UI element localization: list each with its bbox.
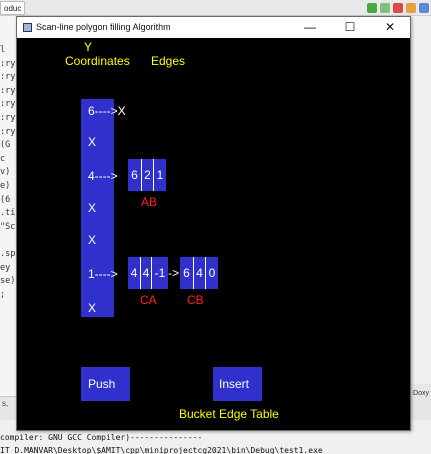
y-row-2: X	[88, 233, 97, 247]
code-line: v)	[0, 167, 11, 178]
build-icon[interactable]	[419, 3, 429, 13]
code-line: .sp	[0, 248, 16, 259]
code-line: l	[0, 45, 6, 55]
edge-ymax: 6	[183, 266, 190, 280]
y-row-6: 6---->X	[88, 104, 126, 118]
edge-inverse-slope: 0	[205, 257, 218, 289]
code-line: :ry	[0, 99, 16, 110]
edge-node-ca: 4 4 -1	[128, 257, 168, 289]
y-row-5: X	[88, 135, 97, 149]
ide-toolbar-icons	[367, 1, 429, 15]
back-arrow-icon[interactable]	[367, 3, 377, 13]
code-line: ;	[0, 289, 6, 300]
code-line: :ry	[0, 72, 16, 83]
code-line: :ry	[0, 112, 16, 123]
code-line: (6	[0, 194, 11, 205]
bookmark-icon[interactable]	[406, 3, 416, 13]
ide-toolbar: oduc	[0, 0, 431, 16]
code-line: :ry	[0, 58, 16, 69]
y-row-4: 4---->	[88, 169, 118, 183]
code-line: e)	[0, 180, 11, 191]
edge-inverse-slope: -1	[151, 257, 168, 289]
code-line: :ry	[0, 126, 16, 137]
edge-x: 4	[140, 257, 151, 289]
edges-header: Edges	[151, 54, 186, 68]
y-row-3: X	[88, 201, 97, 215]
insert-button[interactable]: Insert	[213, 367, 262, 401]
edge-node-ab: 6 2 1	[128, 159, 166, 191]
edge-label-ab: AB	[141, 195, 158, 209]
edge-node-cb: 6 4 0	[180, 257, 218, 289]
close-button[interactable]: ✕	[370, 17, 410, 38]
forward-arrow-icon[interactable]	[380, 3, 390, 13]
y-row-0: X	[88, 301, 97, 315]
graphics-window: Scan-line polygon filling Algorithm — ☐ …	[16, 16, 411, 431]
edge-x: 2	[141, 159, 153, 191]
code-line: se)	[0, 276, 16, 287]
code-editor-fragment: l :ry :ry :ry :ry :ry :ry (G c v) e) (6 …	[0, 44, 16, 302]
next-pointer-arrow: ->	[168, 266, 180, 280]
edge-inverse-slope: 1	[153, 159, 166, 191]
logs-tab-fragment[interactable]: s,	[2, 399, 8, 408]
coordinates-header: Coordinates	[65, 54, 130, 68]
code-line: c	[0, 153, 6, 164]
build-log-line: IT D.MANVAR\Desktop\$AMIT\cpp\miniprojec…	[0, 446, 323, 454]
code-line: .ti	[0, 208, 16, 219]
y-coordinate-column	[81, 99, 114, 317]
maximize-button[interactable]: ☐	[330, 17, 370, 38]
ide-tab[interactable]: oduc	[0, 1, 26, 15]
build-log-line: compiler: GNU GCC Compiler)-------------…	[0, 433, 203, 442]
graphics-canvas: Y Coordinates Edges 6---->X X 4----> X X…	[17, 38, 410, 430]
code-line: "Sc	[0, 221, 16, 232]
y-header: Y	[84, 40, 93, 54]
y-row-1: 1---->	[88, 267, 118, 281]
code-line: (G	[0, 140, 11, 151]
bucket-edge-table-caption: Bucket Edge Table	[179, 407, 279, 421]
window-titlebar[interactable]: Scan-line polygon filling Algorithm — ☐ …	[17, 17, 410, 38]
edge-ymax: 4	[130, 266, 138, 280]
edge-label-cb: CB	[187, 293, 204, 307]
edge-ymax: 6	[131, 168, 138, 182]
edge-label-ca: CA	[140, 293, 157, 307]
push-button[interactable]: Push	[81, 367, 130, 401]
app-icon	[23, 23, 32, 32]
minimize-button[interactable]: —	[290, 17, 330, 38]
flag-icon[interactable]	[393, 3, 403, 13]
doxy-tab[interactable]: Doxy	[409, 384, 431, 404]
code-line: :ry	[0, 85, 16, 96]
window-title: Scan-line polygon filling Algorithm	[36, 22, 171, 32]
code-line: ey	[0, 262, 11, 273]
edge-x: 4	[193, 257, 205, 289]
